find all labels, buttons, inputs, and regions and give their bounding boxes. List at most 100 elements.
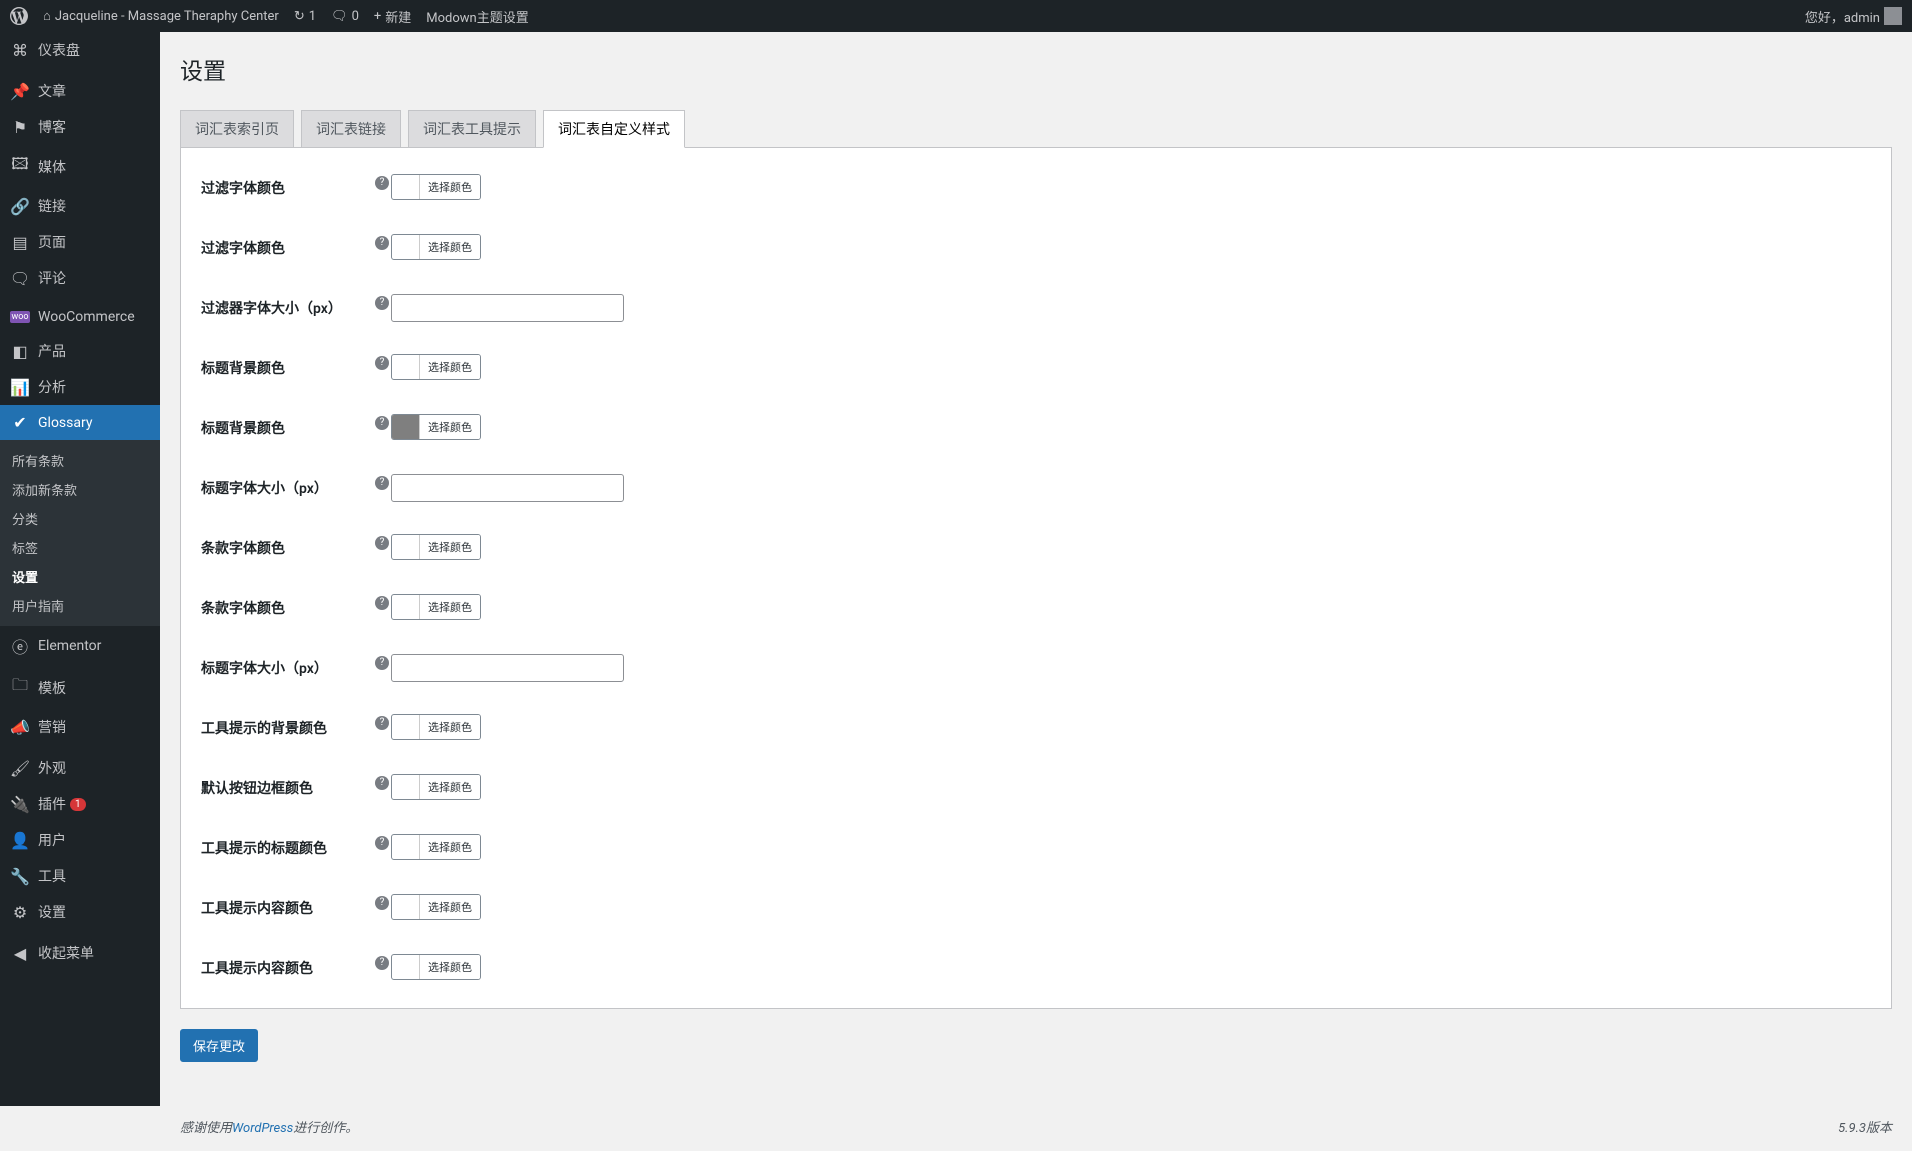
help-icon[interactable]: ? (375, 296, 389, 310)
select-color-button[interactable]: 选择颜色 (420, 175, 480, 199)
color-picker[interactable]: 选择颜色 (391, 594, 481, 620)
menu-collapse[interactable]: ◀收起菜单 (0, 935, 160, 971)
number-input[interactable] (391, 474, 624, 502)
tab-tooltip[interactable]: 词汇表工具提示 (408, 110, 536, 147)
color-swatch (392, 955, 420, 979)
help-icon[interactable]: ? (375, 236, 389, 250)
menu-settings[interactable]: ⚙设置 (0, 894, 160, 930)
menu-elementor[interactable]: ⓔElementor (0, 626, 160, 666)
brush-icon: 🖌 (10, 759, 30, 778)
menu-pages[interactable]: ▤页面 (0, 224, 160, 260)
menu-tools[interactable]: 🔧工具 (0, 858, 160, 894)
menu-appearance[interactable]: 🖌外观 (0, 750, 160, 786)
home-icon: ⌂ (43, 8, 51, 24)
help-icon[interactable]: ? (375, 896, 389, 910)
menu-posts[interactable]: 📌文章 (0, 73, 160, 109)
color-picker[interactable]: 选择颜色 (391, 834, 481, 860)
page-icon: ▤ (10, 233, 30, 252)
modown-link[interactable]: Modown主题设置 (426, 7, 528, 26)
menu-plugins[interactable]: 🔌插件1 (0, 786, 160, 822)
color-picker[interactable]: 选择颜色 (391, 894, 481, 920)
color-picker[interactable]: 选择颜色 (391, 234, 481, 260)
color-picker[interactable]: 选择颜色 (391, 354, 481, 380)
help-icon[interactable]: ? (375, 776, 389, 790)
submenu-tags[interactable]: 标签 (0, 533, 160, 562)
updates-link[interactable]: ↻1 (294, 9, 316, 24)
help-icon[interactable]: ? (375, 356, 389, 370)
submenu-cat[interactable]: 分类 (0, 504, 160, 533)
field-label: 标题背景颜色 (181, 338, 381, 398)
color-swatch (392, 355, 420, 379)
color-picker[interactable]: 选择颜色 (391, 954, 481, 980)
select-color-button[interactable]: 选择颜色 (420, 355, 480, 379)
field-label: 标题字体大小（px） (181, 638, 381, 698)
menu-links[interactable]: 🔗链接 (0, 188, 160, 224)
submenu-add[interactable]: 添加新条款 (0, 475, 160, 504)
submenu-all[interactable]: 所有条款 (0, 446, 160, 475)
menu-templates[interactable]: 🗀模板 (0, 666, 160, 709)
select-color-button[interactable]: 选择颜色 (420, 835, 480, 859)
comments-link[interactable]: 🗨0 (331, 9, 359, 24)
color-swatch (392, 595, 420, 619)
submenu-guide[interactable]: 用户指南 (0, 591, 160, 620)
color-picker[interactable]: 选择颜色 (391, 714, 481, 740)
howdy-link[interactable]: 您好，admin (1805, 7, 1902, 26)
pin-icon: 📌 (10, 82, 30, 101)
field-label: 标题背景颜色 (181, 398, 381, 458)
save-button[interactable]: 保存更改 (180, 1029, 258, 1062)
color-picker[interactable]: 选择颜色 (391, 774, 481, 800)
help-icon[interactable]: ? (375, 836, 389, 850)
select-color-button[interactable]: 选择颜色 (420, 595, 480, 619)
select-color-button[interactable]: 选择颜色 (420, 715, 480, 739)
elementor-icon: ⓔ (10, 634, 30, 658)
site-link[interactable]: ⌂Jacqueline - Massage Theraphy Center (43, 8, 279, 24)
number-input[interactable] (391, 654, 624, 682)
help-icon[interactable]: ? (375, 656, 389, 670)
page-title: 设置 (180, 52, 1892, 86)
tab-links[interactable]: 词汇表链接 (301, 110, 401, 147)
color-picker[interactable]: 选择颜色 (391, 534, 481, 560)
number-input[interactable] (391, 294, 624, 322)
menu-comments[interactable]: 🗨评论 (0, 260, 160, 296)
select-color-button[interactable]: 选择颜色 (420, 775, 480, 799)
select-color-button[interactable]: 选择颜色 (420, 955, 480, 979)
help-icon[interactable]: ? (375, 536, 389, 550)
select-color-button[interactable]: 选择颜色 (420, 895, 480, 919)
footer-thanks: 感谢使用WordPress进行创作。 (180, 1117, 358, 1136)
menu-users[interactable]: 👤用户 (0, 822, 160, 858)
menu-woocommerce[interactable]: wooWooCommerce (0, 301, 160, 333)
menu-media[interactable]: 🖾媒体 (0, 145, 160, 188)
menu-analytics[interactable]: 📊分析 (0, 369, 160, 405)
menu-blog[interactable]: ⚑博客 (0, 109, 160, 145)
analytics-icon: 📊 (10, 378, 30, 397)
admin-sidebar: ⌘仪表盘 📌文章 ⚑博客 🖾媒体 🔗链接 ▤页面 🗨评论 wooWooComme… (0, 32, 160, 1106)
help-icon[interactable]: ? (375, 596, 389, 610)
color-picker[interactable]: 选择颜色 (391, 414, 481, 440)
color-picker[interactable]: 选择颜色 (391, 174, 481, 200)
wp-logo[interactable] (10, 7, 28, 25)
menu-marketing[interactable]: 📣营销 (0, 709, 160, 745)
help-icon[interactable]: ? (375, 476, 389, 490)
tab-index[interactable]: 词汇表索引页 (180, 110, 294, 147)
collapse-icon: ◀ (10, 944, 30, 963)
new-link[interactable]: +新建 (374, 7, 411, 26)
tab-custom[interactable]: 词汇表自定义样式 (543, 110, 685, 148)
comment-icon: 🗨 (331, 9, 348, 24)
color-swatch (392, 175, 420, 199)
help-icon[interactable]: ? (375, 176, 389, 190)
select-color-button[interactable]: 选择颜色 (420, 415, 480, 439)
wordpress-link[interactable]: WordPress (232, 1121, 293, 1136)
select-color-button[interactable]: 选择颜色 (420, 535, 480, 559)
help-icon[interactable]: ? (375, 416, 389, 430)
select-color-button[interactable]: 选择颜色 (420, 235, 480, 259)
submenu-settings[interactable]: 设置 (0, 562, 160, 591)
submenu-glossary: 所有条款 添加新条款 分类 标签 设置 用户指南 (0, 440, 160, 626)
menu-glossary[interactable]: ✔Glossary (0, 405, 160, 440)
field-label: 条款字体颜色 (181, 518, 381, 578)
menu-dashboard[interactable]: ⌘仪表盘 (0, 32, 160, 68)
field-label: 过滤器字体大小（px） (181, 278, 381, 338)
help-icon[interactable]: ? (375, 716, 389, 730)
menu-products[interactable]: ◧产品 (0, 333, 160, 369)
help-icon[interactable]: ? (375, 956, 389, 970)
field-label: 过滤字体颜色 (181, 158, 381, 218)
